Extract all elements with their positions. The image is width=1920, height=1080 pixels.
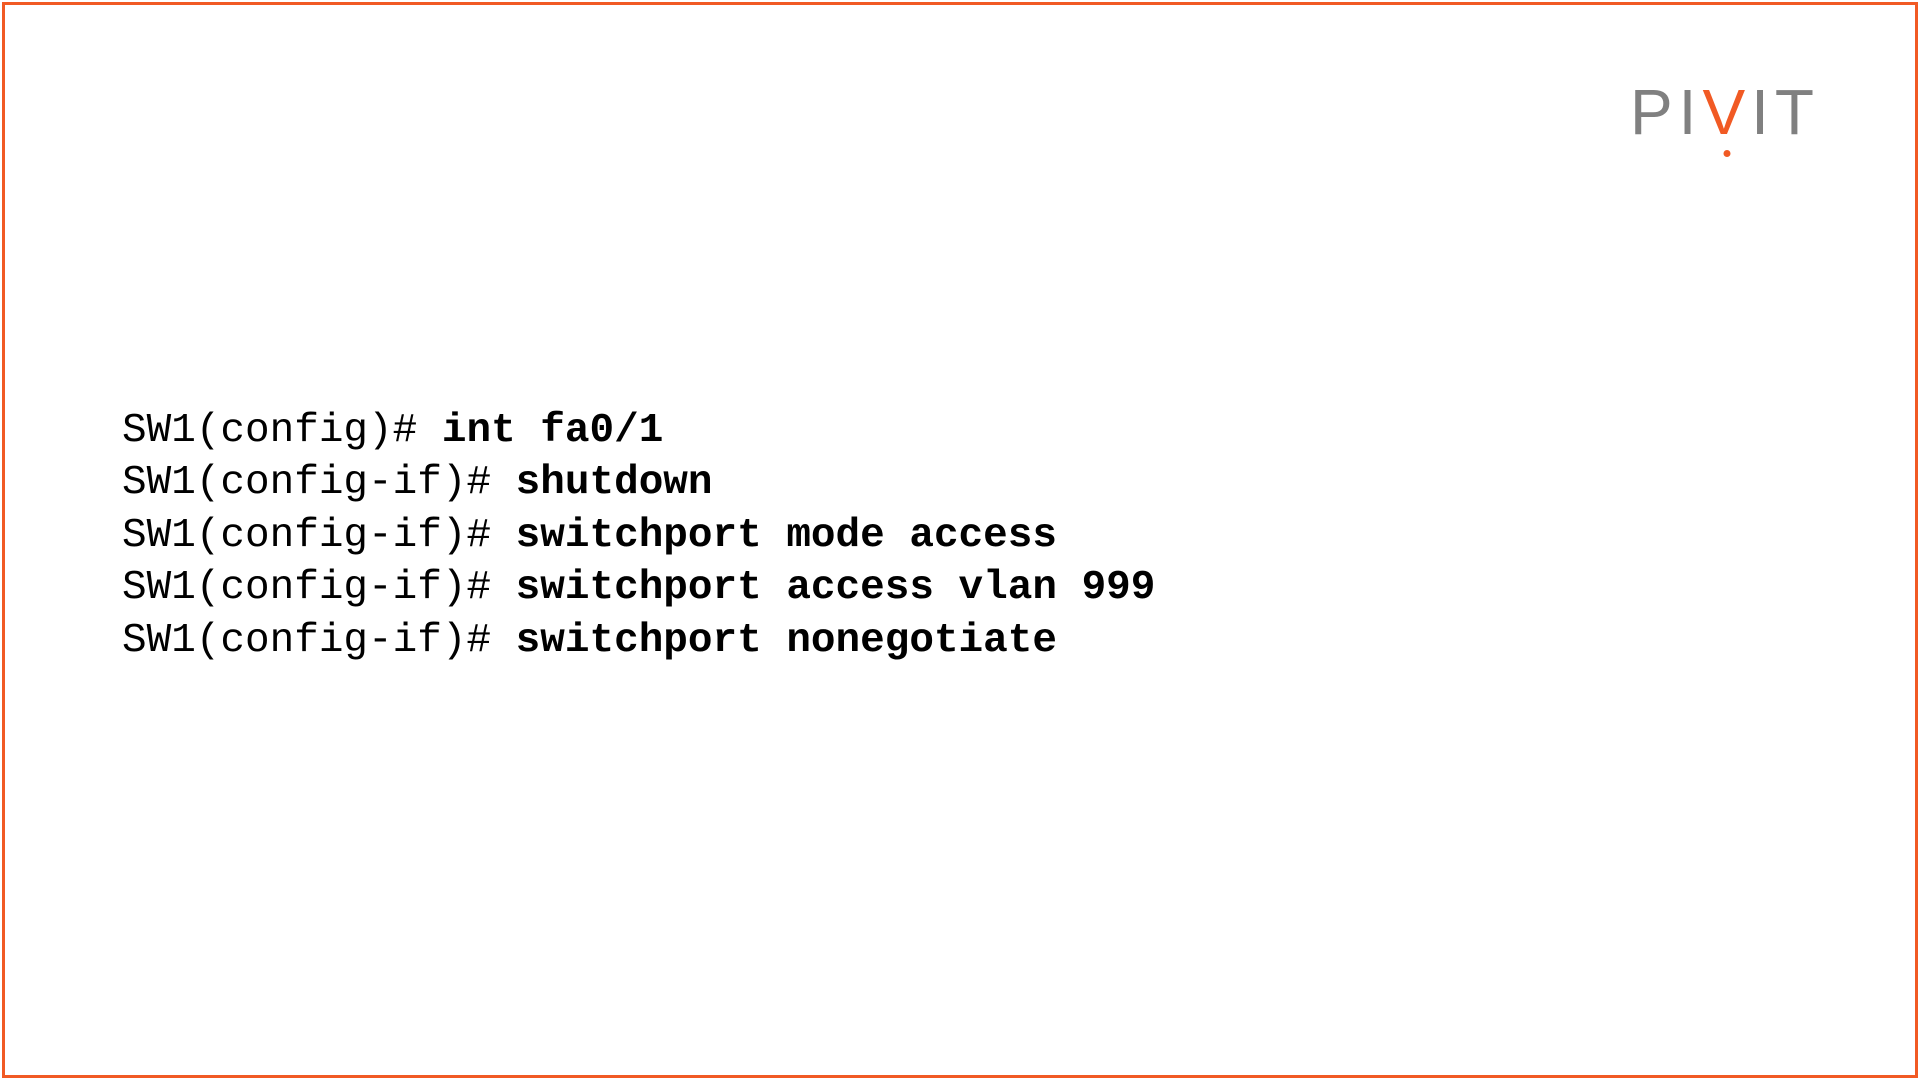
logo-text-it: IT [1751, 75, 1820, 149]
terminal-command: switchport mode access [516, 513, 1057, 559]
terminal-prompt: SW1(config-if)# [122, 618, 516, 664]
logo-v-wrapper: V [1702, 75, 1751, 149]
terminal-line: SW1(config-if)# shutdown [122, 457, 1155, 509]
terminal-prompt: SW1(config-if)# [122, 460, 516, 506]
terminal-command: switchport nonegotiate [516, 618, 1057, 664]
terminal-output: SW1(config)# int fa0/1 SW1(config-if)# s… [122, 405, 1155, 667]
terminal-line: SW1(config-if)# switchport access vlan 9… [122, 562, 1155, 614]
terminal-line: SW1(config)# int fa0/1 [122, 405, 1155, 457]
logo-text-pi: PI [1630, 75, 1702, 149]
terminal-line: SW1(config-if)# switchport mode access [122, 510, 1155, 562]
terminal-command: shutdown [516, 460, 713, 506]
terminal-prompt: SW1(config)# [122, 408, 442, 454]
terminal-command: int fa0/1 [442, 408, 663, 454]
terminal-prompt: SW1(config-if)# [122, 513, 516, 559]
logo-dot-icon [1723, 150, 1730, 157]
pivit-logo: PIVIT [1630, 75, 1820, 149]
logo-text-v: V [1702, 76, 1751, 148]
terminal-line: SW1(config-if)# switchport nonegotiate [122, 615, 1155, 667]
terminal-prompt: SW1(config-if)# [122, 565, 516, 611]
terminal-command: switchport access vlan 999 [516, 565, 1156, 611]
